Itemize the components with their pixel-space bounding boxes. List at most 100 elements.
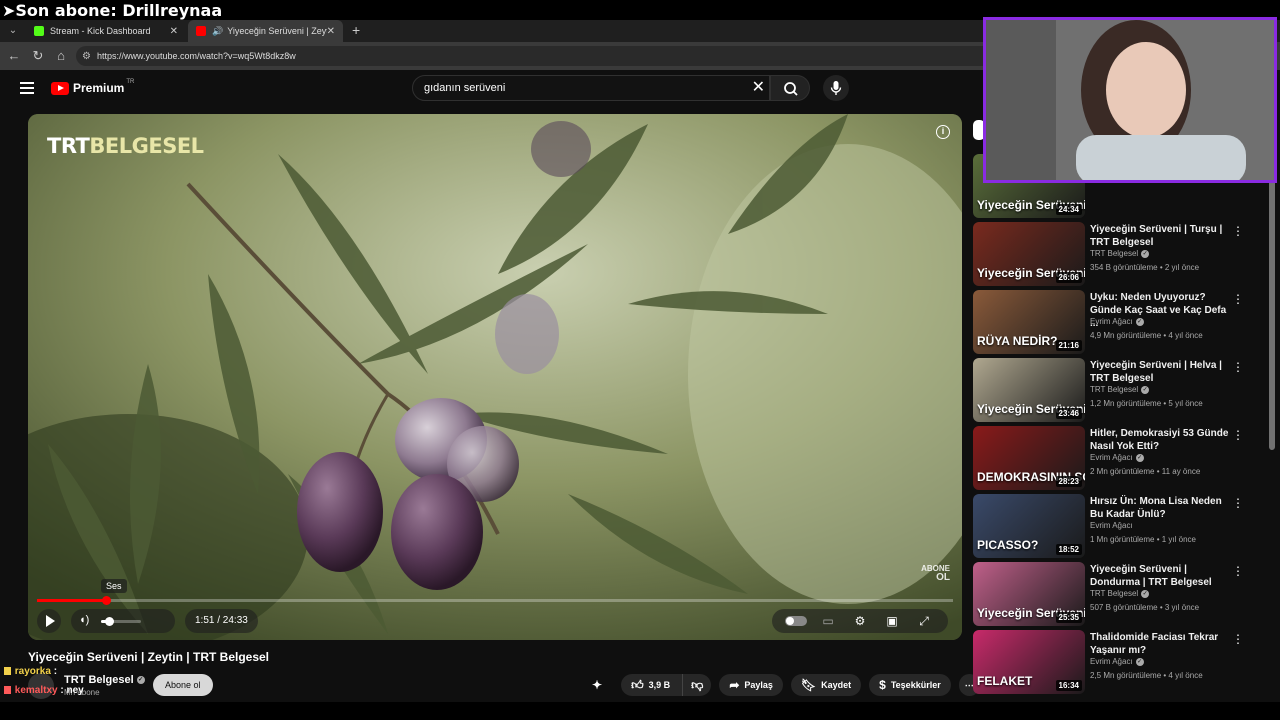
recommendation-meta: 354 B görüntüleme • 2 yıl önce — [1090, 263, 1200, 272]
thanks-button[interactable]: $ Teşekkürler — [869, 674, 951, 696]
recommendation-channel[interactable]: Evrim Ağacı ✓ — [1090, 453, 1144, 462]
tab-title: Yiyeceğin Serüveni | Zeytin | T — [227, 26, 327, 36]
search-input[interactable]: gıdanın serüveni ✕ — [412, 75, 770, 101]
search-button[interactable] — [770, 75, 810, 101]
recommendation-item[interactable]: Yiyeceğin Serüveni 25:35 Yiyeceğin Serüven… — [973, 562, 1263, 626]
player-controls-left: ◖) 1:51 / 24:33 — [37, 608, 258, 634]
duration-badge: 16:34 — [1055, 680, 1082, 691]
recommendation-item[interactable]: PICASSO? 18:52 Hırsız Ün: Mona Lisa Neden … — [973, 494, 1263, 558]
save-button[interactable]: 🔖︎ Kaydet — [790, 674, 862, 696]
tab-kick-dashboard[interactable]: Stream - Kick Dashboard ✕ — [26, 20, 186, 42]
chat-text: ney — [66, 685, 84, 696]
recommendation-channel-name: TRT Belgesel — [1090, 589, 1139, 598]
video-player[interactable]: TRTBELGESEL i ABONE OL Ses ◖) 1:51 / 24:… — [28, 114, 962, 640]
recommendation-title[interactable]: Hitler, Demokrasiyi 53 Günde Nasıl Yok E… — [1090, 427, 1230, 453]
close-icon[interactable]: ✕ — [170, 26, 178, 37]
ol-line: OL — [936, 572, 950, 583]
volume-knob[interactable] — [105, 617, 114, 626]
tab-title: Stream - Kick Dashboard — [50, 26, 151, 36]
volume-tooltip: Ses — [101, 579, 127, 593]
recommendation-channel-name: Evrim Ağacı — [1090, 453, 1133, 462]
recommendation-title[interactable]: Thalidomide Faciası Tekrar Yaşanır mı? — [1090, 631, 1230, 657]
page-scrollbar[interactable] — [1269, 110, 1275, 700]
video-thumbnail[interactable]: DEMOKRASININ SONU28:23 — [973, 426, 1085, 490]
recommendation-channel[interactable]: TRT Belgesel✓ — [1090, 385, 1150, 394]
video-thumbnail[interactable]: Yiyeceğin Serüveni 23:46 — [973, 358, 1085, 422]
info-icon[interactable]: i — [936, 125, 950, 139]
verified-icon: ✓ — [1135, 453, 1144, 462]
more-options-icon[interactable]: ⋮ — [1232, 224, 1244, 238]
progress-bar[interactable] — [37, 596, 953, 605]
url-field[interactable]: ⚙ https://www.youtube.com/watch?v=wq5Wt8… — [76, 46, 1076, 66]
site-info-icon[interactable]: ⚙ — [82, 51, 91, 62]
more-options-icon[interactable]: ⋮ — [1232, 428, 1244, 442]
recommendation-item[interactable]: RÜYA NEDİR? 21:16 Uyku: Neden Uyuyoruz? Gü… — [973, 290, 1263, 354]
more-options-icon[interactable]: ⋮ — [1232, 496, 1244, 510]
recommendations-sidebar: Yiyeceğin Serüveni24:34TRT Belgesel✓519 … — [973, 110, 1268, 720]
abone-ol-watermark: ABONE OL — [921, 564, 950, 583]
reload-icon[interactable]: ↻ — [30, 48, 46, 64]
speaker-icon[interactable]: 🔊 — [212, 26, 223, 37]
puzzle-icon: ✦ — [592, 678, 603, 692]
miniplayer-icon[interactable]: ▣ — [881, 614, 903, 628]
home-icon[interactable]: ⌂ — [53, 48, 69, 64]
verified-icon: ✓ — [1135, 657, 1144, 666]
scrollbar-thumb[interactable] — [1269, 180, 1275, 450]
recommendation-item[interactable]: Yiyeceğin Serüveni 23:46 Yiyeceğin Serüven… — [973, 358, 1263, 422]
url-text: https://www.youtube.com/watch?v=wq5Wt8dk… — [96, 51, 296, 61]
youtube-premium-logo[interactable]: Premium TR — [51, 79, 134, 95]
recommendation-channel[interactable]: TRT Belgesel✓ — [1090, 249, 1150, 258]
volume-icon[interactable]: ◖) — [79, 614, 89, 626]
recommendation-title[interactable]: Yiyeceğin Serüveni | Helva | TRT Belgese… — [1090, 359, 1230, 385]
recommendation-channel[interactable]: Evrim Ağacı ✓ — [1090, 657, 1144, 666]
recommendation-channel[interactable]: Evrim Ağacı ✓ — [1090, 317, 1144, 326]
subscribe-button[interactable]: Abone ol — [153, 674, 213, 696]
video-thumbnail[interactable]: PICASSO? 18:52 — [973, 494, 1085, 558]
like-button[interactable]: 👍︎ 3,9 B — [621, 674, 683, 696]
autoplay-toggle[interactable] — [785, 616, 807, 626]
more-options-icon[interactable]: ⋮ — [1232, 292, 1244, 306]
verified-icon: ✓ — [1135, 317, 1144, 326]
video-thumbnail[interactable]: Yiyeceğin Serüveni 26:06 — [973, 222, 1085, 286]
tab-list-chevron-icon[interactable]: ⌄ — [6, 24, 20, 38]
duration-badge: 26:06 — [1055, 272, 1082, 283]
video-thumbnail[interactable]: FELAKET 16:34 — [973, 630, 1085, 694]
recommendation-channel[interactable]: TRT Belgesel✓ — [1090, 589, 1150, 598]
volume-slider[interactable] — [101, 617, 141, 626]
share-button[interactable]: ➦ Paylaş — [719, 674, 783, 696]
volume-control[interactable]: ◖) — [71, 609, 175, 633]
recommendation-item[interactable]: Yiyeceğin Serüveni 26:06 Yiyeceğin Serüven… — [973, 222, 1263, 286]
progress-scrubber[interactable] — [102, 596, 112, 605]
kick-icon — [34, 26, 44, 36]
video-actions: ✦ 👍︎ 3,9 B 👎︎ ➦ Paylaş 🔖︎ Kaydet $ Teşekkürl… — [586, 674, 988, 696]
video-thumbnail[interactable]: Yiyeceğin Serüveni 25:35 — [973, 562, 1085, 626]
recommendation-title[interactable]: Yiyeceğin Serüveni | Dondurma | TRT Belg… — [1090, 563, 1230, 589]
more-options-icon[interactable]: ⋮ — [1232, 632, 1244, 646]
recommendation-item[interactable]: FELAKET 16:34 Thalidomide Faciası Tekrar Y… — [973, 630, 1263, 694]
recommendation-title[interactable]: Hırsız Ün: Mona Lisa Neden Bu Kadar Ünlü… — [1090, 495, 1230, 521]
share-arrow-icon: ➦ — [729, 678, 740, 692]
recommendation-item[interactable]: DEMOKRASININ SONU28:23Hitler, Demokrasiy… — [973, 426, 1263, 490]
close-icon[interactable]: ✕ — [327, 26, 335, 37]
tab-youtube-video[interactable]: 🔊 Yiyeceğin Serüveni | Zeytin | T ✕ — [188, 20, 343, 42]
new-tab-plus-icon[interactable]: + — [352, 22, 360, 38]
dislike-button[interactable]: 👎︎ — [682, 674, 712, 696]
fullscreen-icon[interactable]: ⤢ — [913, 614, 935, 629]
back-arrow-icon[interactable]: ← — [6, 48, 22, 64]
chat-badge-icon — [4, 667, 11, 676]
video-thumbnail[interactable]: RÜYA NEDİR? 21:16 — [973, 290, 1085, 354]
more-options-icon[interactable]: ⋮ — [1232, 360, 1244, 374]
subtitles-icon[interactable]: ▭ — [817, 614, 839, 628]
clear-icon[interactable]: ✕ — [752, 79, 765, 97]
more-options-icon[interactable]: ⋮ — [1232, 564, 1244, 578]
chat-username: rayorka — [14, 666, 51, 677]
thumbs-up-icon: 👍︎ — [631, 677, 644, 692]
recommendation-title[interactable]: Yiyeceğin Serüveni | Turşu | TRT Belgese… — [1090, 223, 1230, 249]
voice-search-button[interactable] — [823, 75, 849, 101]
thumbs-down-icon: 👎︎ — [691, 677, 704, 692]
remix-button[interactable]: ✦ — [586, 674, 613, 696]
play-button[interactable] — [37, 609, 61, 633]
settings-gear-icon[interactable]: ⚙ — [849, 614, 871, 628]
recommendation-channel[interactable]: Evrim Ağacı — [1090, 521, 1133, 530]
menu-icon[interactable] — [20, 82, 34, 94]
